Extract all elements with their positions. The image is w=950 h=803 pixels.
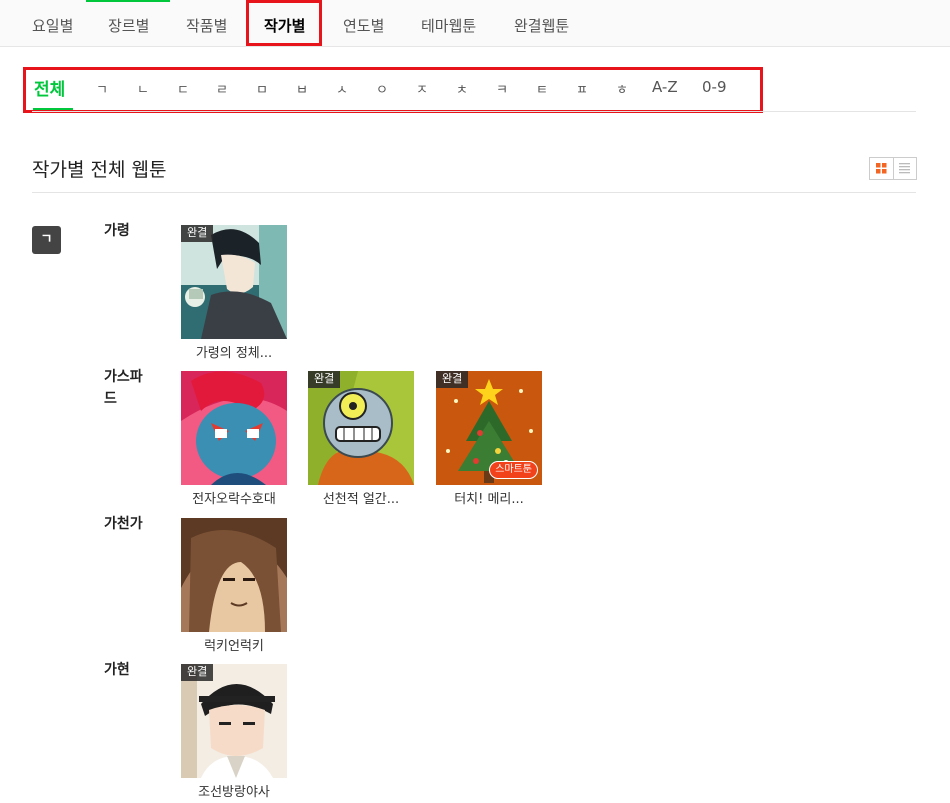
completed-badge: 완결 bbox=[436, 371, 469, 388]
completed-badge: 완결 bbox=[181, 225, 214, 242]
webtoon-title[interactable]: 전자오락수호대 bbox=[181, 488, 287, 507]
webtoon-title[interactable]: 가령의 정체... bbox=[181, 342, 287, 361]
webtoon-thumbnail[interactable]: 완결 bbox=[308, 371, 414, 485]
webtoon-title[interactable]: 선천적 얼간... bbox=[308, 488, 414, 507]
list-view-icon bbox=[899, 163, 910, 174]
thumbnail-image bbox=[181, 518, 287, 632]
webtoon-card[interactable]: 완결 가령의 정체... bbox=[181, 225, 287, 361]
webtoon-title[interactable]: 조선방랑야사 bbox=[181, 781, 287, 800]
grid-view-button[interactable] bbox=[870, 158, 894, 179]
grid-view-icon bbox=[876, 163, 887, 174]
thumbnail-image bbox=[181, 371, 287, 485]
header-divider bbox=[32, 192, 916, 193]
webtoon-card[interactable]: 완결 스마트툰 터치! 메리... bbox=[436, 371, 542, 507]
webtoon-card[interactable]: 완결 선천적 얼간... bbox=[308, 371, 414, 507]
webtoon-thumbnail[interactable]: 완결 bbox=[181, 664, 287, 778]
thumbnail-image bbox=[181, 664, 287, 778]
author-name[interactable]: 가천가 bbox=[104, 513, 164, 535]
webtoon-card[interactable]: 완결 조선방랑야사 bbox=[181, 664, 287, 800]
webtoon-title[interactable]: 럭키언럭키 bbox=[181, 635, 287, 654]
thumbnail-image bbox=[181, 225, 287, 339]
webtoon-title[interactable]: 터치! 메리... bbox=[436, 488, 542, 507]
webtoon-thumbnail[interactable] bbox=[181, 371, 287, 485]
author-name[interactable]: 가령 bbox=[104, 220, 164, 242]
filter-bar-highlight bbox=[23, 67, 763, 113]
smartoon-tag: 스마트툰 bbox=[489, 461, 538, 479]
completed-badge: 완결 bbox=[308, 371, 341, 388]
webtoon-thumbnail[interactable]: 완결 bbox=[181, 225, 287, 339]
webtoon-card[interactable]: 럭키언럭키 bbox=[181, 518, 287, 654]
completed-badge: 완결 bbox=[181, 664, 214, 681]
page-title: 작가별 전체 웹툰 bbox=[32, 159, 167, 181]
view-toggle bbox=[869, 157, 917, 180]
author-name[interactable]: 가스파드 bbox=[104, 366, 154, 410]
webtoon-card[interactable]: 전자오락수호대 bbox=[181, 371, 287, 507]
filter-divider bbox=[32, 111, 916, 112]
initial-marker: ㄱ bbox=[32, 226, 61, 254]
webtoon-thumbnail[interactable]: 완결 스마트툰 bbox=[436, 371, 542, 485]
thumbnail-image bbox=[308, 371, 414, 485]
list-view-button[interactable] bbox=[893, 158, 916, 179]
author-name[interactable]: 가현 bbox=[104, 659, 164, 681]
webtoon-thumbnail[interactable] bbox=[181, 518, 287, 632]
